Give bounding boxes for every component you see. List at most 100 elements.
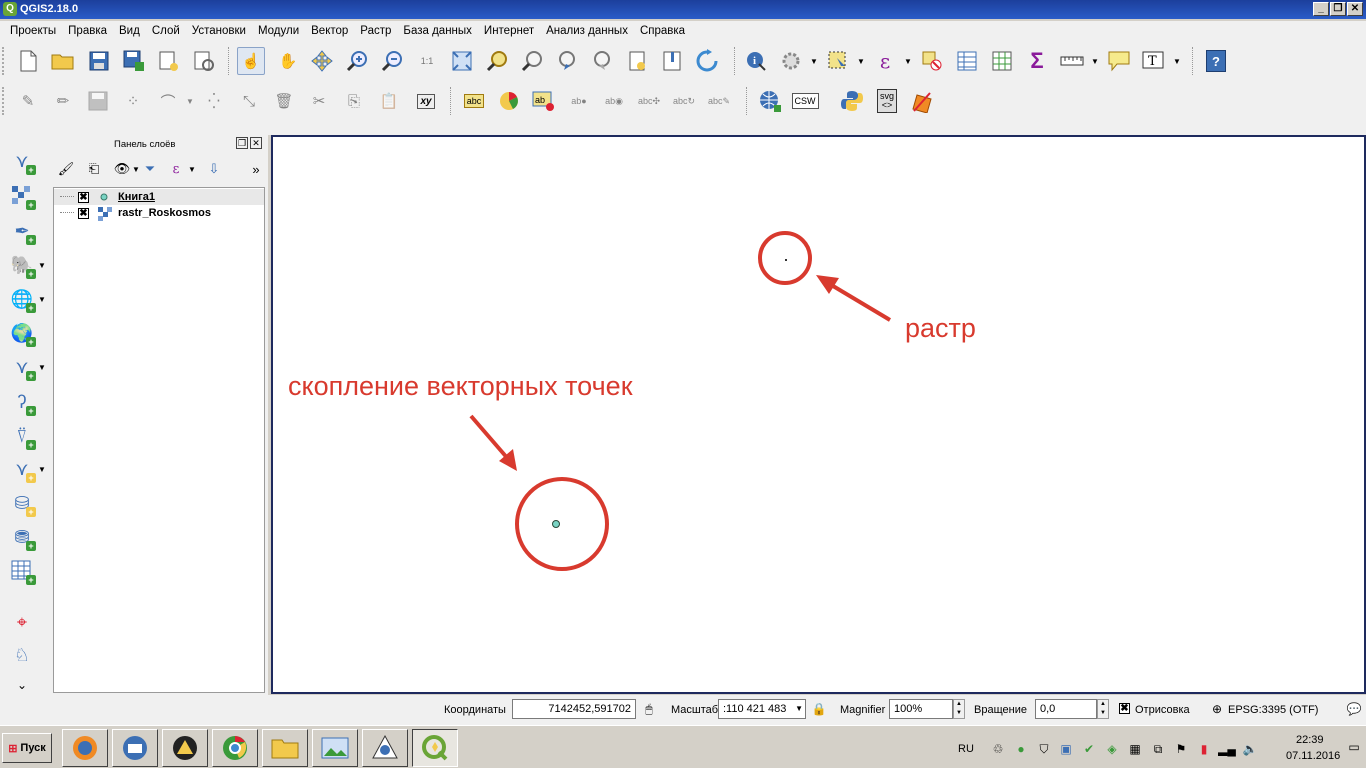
menu-settings[interactable]: Установки (186, 21, 252, 41)
zoom-full-icon[interactable] (448, 47, 476, 75)
deselect-all-icon[interactable] (918, 47, 946, 75)
map-tips-icon[interactable] (1105, 47, 1133, 75)
new-project-icon[interactable] (14, 47, 42, 75)
move-label-icon[interactable]: abc✣ (635, 87, 663, 115)
measure-line-icon[interactable] (1058, 47, 1086, 75)
menu-database[interactable]: База данных (397, 21, 478, 41)
layer-diagram-icon[interactable] (495, 87, 523, 115)
open-project-icon[interactable] (49, 47, 77, 75)
add-wfs-layer-icon[interactable]: ⋎ + (8, 353, 36, 381)
add-feature-icon[interactable]: ⁘ (119, 87, 147, 115)
add-mssql-layer-icon[interactable]: ⋎ + (8, 455, 36, 483)
chevron-down-icon[interactable]: ▼ (188, 159, 196, 179)
menu-edit[interactable]: Правка (62, 21, 113, 41)
crs-globe-icon[interactable]: ⊕ (1209, 701, 1225, 717)
display-tray-icon[interactable]: ▦ (1127, 741, 1143, 757)
thunderbird-task-icon[interactable] (112, 729, 158, 767)
copy-features-icon[interactable]: ⎘ (340, 87, 368, 115)
minimize-button[interactable]: _ (1313, 2, 1329, 16)
svg-export-icon[interactable]: svg <> (873, 87, 901, 115)
menu-raster[interactable]: Растр (354, 21, 397, 41)
save-as-icon[interactable] (120, 47, 148, 75)
chevron-down-icon[interactable]: ▼ (38, 251, 46, 279)
updates-tray-icon[interactable]: ✔ (1081, 741, 1097, 757)
firefox-task-icon[interactable] (62, 729, 108, 767)
add-wms-layer-icon[interactable] (756, 87, 784, 115)
pin-labels-icon[interactable]: ab● (565, 87, 593, 115)
filter-legend-icon[interactable]: ⏷ (140, 159, 160, 179)
crs-status[interactable]: EPSG:3395 (OTF) (1228, 704, 1318, 716)
add-circular-string-icon[interactable]: ⌒ (154, 87, 182, 115)
close-panel-button[interactable]: ✕ (250, 137, 262, 149)
help-icon[interactable]: ? (1202, 47, 1230, 75)
archicad-task-icon[interactable] (162, 729, 208, 767)
add-postgis-layer-icon[interactable]: 🐘 + (8, 251, 36, 279)
manage-map-themes-icon[interactable]: 👁 (112, 159, 132, 179)
save-project-icon[interactable] (85, 47, 113, 75)
zoom-out-icon[interactable] (378, 47, 406, 75)
capture-coordinate-icon[interactable]: ⌖ (8, 608, 36, 636)
new-bookmark-icon[interactable] (623, 47, 651, 75)
menu-view[interactable]: Вид (113, 21, 146, 41)
close-button[interactable]: ✕ (1347, 2, 1363, 16)
qgis-task-icon[interactable] (412, 729, 458, 767)
chevron-down-icon[interactable]: ▼ (857, 47, 865, 75)
add-db2-layer-icon[interactable]: ⛁ + (8, 489, 36, 517)
zoom-native-resolution-icon[interactable]: 1:1 (413, 47, 441, 75)
scale-combobox[interactable]: :110 421 483 ▼ (718, 699, 806, 719)
add-virtual-layer-icon[interactable]: ʔ + (8, 388, 36, 416)
composer-manager-icon[interactable] (190, 47, 218, 75)
render-checkbox[interactable]: ✖ (1119, 703, 1130, 714)
show-bookmarks-icon[interactable] (658, 47, 686, 75)
zoom-to-selection-icon[interactable] (483, 47, 511, 75)
show-desktop-icon[interactable]: ▭ (1346, 739, 1362, 755)
more-tools-icon[interactable]: » (246, 159, 266, 179)
zoom-to-layer-icon[interactable] (518, 47, 546, 75)
rotation-field[interactable]: 0,0 (1035, 699, 1097, 719)
power-tray-icon[interactable]: ▮ (1196, 741, 1212, 757)
toolbar-grip[interactable] (2, 87, 6, 115)
chevron-down-icon[interactable]: ▼ (38, 285, 46, 313)
refresh-icon[interactable] (693, 47, 721, 75)
cut-features-icon[interactable]: ✂ (305, 87, 333, 115)
field-calculator-icon[interactable] (988, 47, 1016, 75)
add-oracle-layer-icon[interactable]: ⍢ + (8, 422, 36, 450)
magnifier-field[interactable]: 100% (889, 699, 953, 719)
menu-projects[interactable]: Проекты (4, 21, 62, 41)
explorer-task-icon[interactable] (262, 729, 308, 767)
show-hide-labels-icon[interactable]: ab◉ (600, 87, 628, 115)
add-group-icon[interactable]: ⎗ (84, 159, 104, 179)
bluetooth-tray-icon[interactable]: ▣ (1058, 741, 1074, 757)
chevron-down-icon[interactable]: ▼ (795, 700, 803, 718)
chevron-down-icon[interactable]: ▼ (132, 159, 140, 179)
lock-scale-icon[interactable]: 🔒 (811, 701, 827, 717)
xy-coordinates-icon[interactable]: xy (412, 87, 440, 115)
chevron-down-icon[interactable]: ▼ (810, 47, 818, 75)
layer-visibility-checkbox[interactable]: ✖ (78, 207, 89, 219)
add-wcs-layer-icon[interactable]: ⛃ + (8, 523, 36, 551)
layer-name[interactable]: Книга1 (118, 191, 155, 203)
chevron-down-icon[interactable]: ▼ (38, 353, 46, 381)
attribute-table-icon[interactable] (953, 47, 981, 75)
add-raster-layer-icon[interactable]: + (8, 182, 36, 210)
language-indicator[interactable]: RU (958, 743, 974, 755)
georeferencer-icon[interactable] (908, 87, 936, 115)
network-tray-icon[interactable]: ⧉ (1150, 741, 1166, 757)
select-by-expression-icon[interactable]: ε (871, 47, 899, 75)
menu-plugins[interactable]: Модули (252, 21, 305, 41)
chrome-task-icon[interactable] (212, 729, 258, 767)
zoom-next-icon[interactable] (588, 47, 616, 75)
coordinate-field[interactable]: 7142452,591702 (512, 699, 636, 719)
zoom-last-icon[interactable] (553, 47, 581, 75)
volume-tray-icon[interactable]: 🔈 (1242, 741, 1258, 757)
chevron-down-icon[interactable]: ▼ (1173, 47, 1181, 75)
menu-help[interactable]: Справка (634, 21, 691, 41)
signal-tray-icon[interactable]: ▂▄ (1218, 741, 1236, 757)
chevron-down-icon[interactable]: ▼ (186, 87, 194, 115)
layer-labeling-icon[interactable]: abc (460, 87, 488, 115)
csw-search-icon[interactable]: CSW (791, 87, 819, 115)
layer-item[interactable]: ✖ rastr_Roskosmos (54, 205, 264, 221)
highlight-pinned-labels-icon[interactable]: ab (530, 87, 558, 115)
add-vector-layer-icon[interactable]: ⋎ + (8, 147, 36, 175)
sync-tray-icon[interactable]: ♲ (990, 741, 1006, 757)
